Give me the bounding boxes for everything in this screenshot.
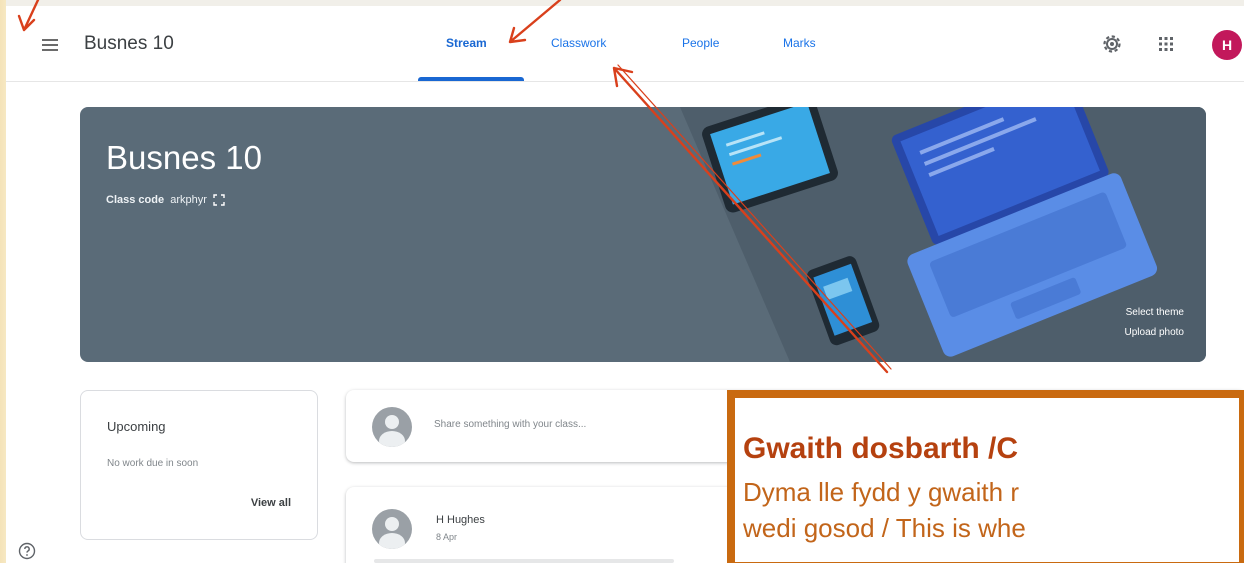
tab-people[interactable]: People [682, 36, 719, 50]
top-app-bar: Busnes 10 Stream Classwork People Marks … [6, 0, 1244, 82]
view-all-link[interactable]: View all [251, 497, 291, 509]
class-name-title[interactable]: Busnes 10 [84, 33, 174, 55]
share-placeholder[interactable]: Share something with your class... [434, 419, 586, 430]
class-code-label: Class code [106, 194, 165, 206]
top-edge [6, 0, 1244, 6]
annotation-body: Dyma lle fydd y gwaith r wedi gosod / Th… [743, 474, 1026, 546]
tab-stream[interactable]: Stream [446, 36, 487, 50]
annotation-body-line-1: Dyma lle fydd y gwaith r [743, 477, 1019, 507]
fullscreen-icon[interactable] [213, 194, 225, 206]
annotation-title: Gwaith dosbarth /C [743, 432, 1019, 465]
gear-icon[interactable] [1100, 32, 1124, 56]
banner-title: Busnes 10 [106, 139, 262, 176]
post-preview-line [374, 559, 674, 563]
upcoming-empty-text: No work due in soon [107, 458, 199, 469]
active-tab-indicator [418, 77, 524, 81]
annotation-inner: Gwaith dosbarth /C Dyma lle fydd y gwait… [735, 398, 1239, 562]
post-date: 8 Apr [436, 532, 458, 542]
upcoming-title: Upcoming [107, 419, 166, 434]
apps-icon[interactable] [1156, 34, 1176, 54]
class-banner: Busnes 10 Class code arkphyr Select them… [80, 107, 1206, 362]
annotation-body-line-2: wedi gosod / This is whe [743, 513, 1026, 543]
class-code-value: arkphyr [170, 194, 207, 206]
post-author-avatar [372, 509, 412, 549]
upload-photo-link[interactable]: Upload photo [1125, 327, 1185, 338]
tab-marks[interactable]: Marks [783, 36, 816, 50]
menu-icon[interactable] [38, 36, 62, 54]
devices-illustration [680, 107, 1206, 362]
class-code: Class code arkphyr [106, 194, 225, 206]
help-icon[interactable] [18, 542, 36, 560]
account-avatar[interactable]: H [1212, 30, 1242, 60]
tab-classwork[interactable]: Classwork [551, 36, 606, 50]
annotation-callout: Gwaith dosbarth /C Dyma lle fydd y gwait… [727, 390, 1244, 563]
user-avatar [372, 407, 412, 447]
post-author: H Hughes [436, 514, 485, 526]
select-theme-link[interactable]: Select theme [1126, 307, 1184, 318]
upcoming-card: Upcoming No work due in soon View all [80, 390, 318, 540]
